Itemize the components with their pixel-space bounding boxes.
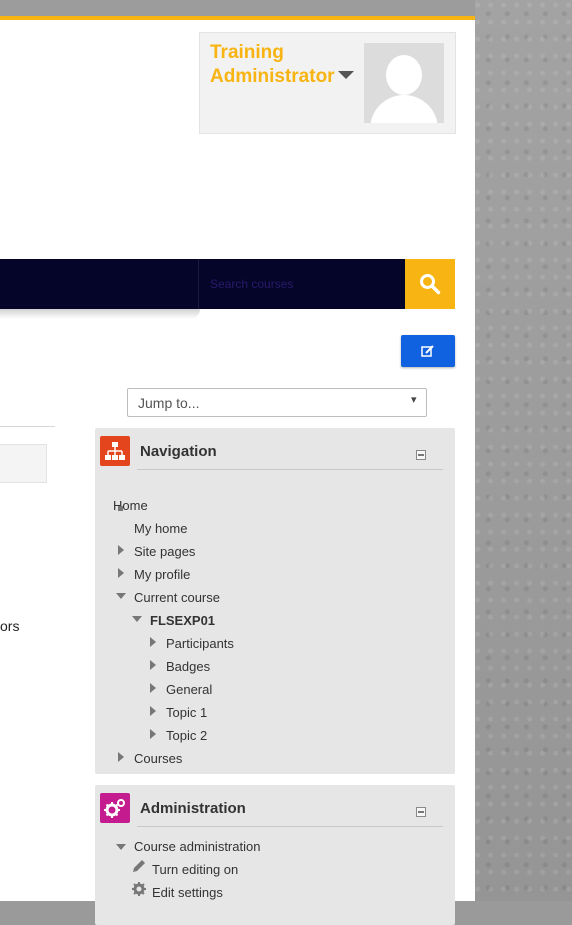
user-menu[interactable]: Training Administrator — [199, 32, 456, 134]
expand-arrow-icon[interactable] — [150, 637, 156, 647]
expand-arrow-icon[interactable] — [118, 545, 124, 555]
nav-item-topic-1[interactable]: Topic 1 — [166, 705, 207, 720]
bullet-icon — [118, 506, 123, 511]
select-arrow-icon: ▾ — [411, 394, 417, 406]
pencil-icon — [133, 860, 145, 872]
cogs-icon — [100, 793, 130, 823]
collapse-icon[interactable] — [416, 450, 426, 460]
search-input[interactable]: Search courses — [198, 259, 405, 309]
nav-item-topic-2[interactable]: Topic 2 — [166, 728, 207, 743]
collapse-icon[interactable] — [416, 807, 426, 817]
nav-item-my-home[interactable]: My home — [134, 521, 187, 536]
top-margin — [0, 0, 475, 16]
navigation-title: Navigation — [140, 443, 217, 460]
search-button[interactable] — [405, 259, 455, 309]
nav-item-courses[interactable]: Courses — [134, 751, 182, 766]
nav-item-badges[interactable]: Badges — [166, 659, 210, 674]
avatar-head — [386, 55, 422, 95]
user-name[interactable]: Training Administrator — [210, 41, 335, 89]
nav-item-course-code[interactable]: FLSEXP01 — [150, 613, 215, 628]
jump-to-select[interactable]: Jump to... ▾ — [127, 388, 427, 417]
collapse-arrow-icon[interactable] — [116, 593, 126, 599]
admin-item-turn-editing-on[interactable]: Turn editing on — [152, 862, 238, 877]
background-texture — [475, 0, 572, 901]
expand-arrow-icon[interactable] — [150, 683, 156, 693]
expand-arrow-icon[interactable] — [150, 660, 156, 670]
collapse-arrow-icon[interactable] — [116, 844, 126, 850]
gear-icon — [132, 882, 146, 896]
jump-to-label: Jump to... — [138, 395, 200, 411]
administration-block: Administration Course administration Tur… — [95, 785, 455, 925]
search-icon — [420, 274, 441, 295]
content-box — [0, 444, 47, 483]
header-accent-bar — [0, 16, 475, 20]
caret-down-icon[interactable] — [338, 71, 354, 79]
edit-icon — [421, 345, 434, 357]
expand-arrow-icon[interactable] — [150, 706, 156, 716]
truncated-text: ors — [0, 618, 20, 634]
navbar-shadow — [0, 309, 200, 319]
nav-item-site-pages[interactable]: Site pages — [134, 544, 195, 559]
block-divider — [137, 826, 443, 827]
nav-item-current-course[interactable]: Current course — [134, 590, 220, 605]
admin-item-course-administration[interactable]: Course administration — [134, 839, 260, 854]
administration-title: Administration — [140, 800, 246, 817]
admin-item-edit-settings[interactable]: Edit settings — [152, 885, 223, 900]
block-divider — [137, 469, 443, 470]
user-name-line2: Administrator — [210, 66, 335, 87]
expand-arrow-icon[interactable] — [118, 752, 124, 762]
sitemap-icon — [100, 436, 130, 466]
page: Training Administrator Search courses Ju… — [0, 16, 475, 925]
navbar: Search courses — [0, 259, 405, 309]
avatar-body — [370, 95, 438, 123]
expand-arrow-icon[interactable] — [150, 729, 156, 739]
divider — [0, 426, 55, 427]
edit-page-button[interactable] — [401, 335, 455, 367]
avatar[interactable] — [364, 43, 444, 123]
nav-item-participants[interactable]: Participants — [166, 636, 234, 651]
navigation-block: Navigation Home My home Site pages My pr… — [95, 428, 455, 774]
collapse-arrow-icon[interactable] — [132, 616, 142, 622]
user-name-line1: Training — [210, 42, 284, 63]
nav-item-my-profile[interactable]: My profile — [134, 567, 190, 582]
expand-arrow-icon[interactable] — [118, 568, 124, 578]
nav-item-general[interactable]: General — [166, 682, 212, 697]
